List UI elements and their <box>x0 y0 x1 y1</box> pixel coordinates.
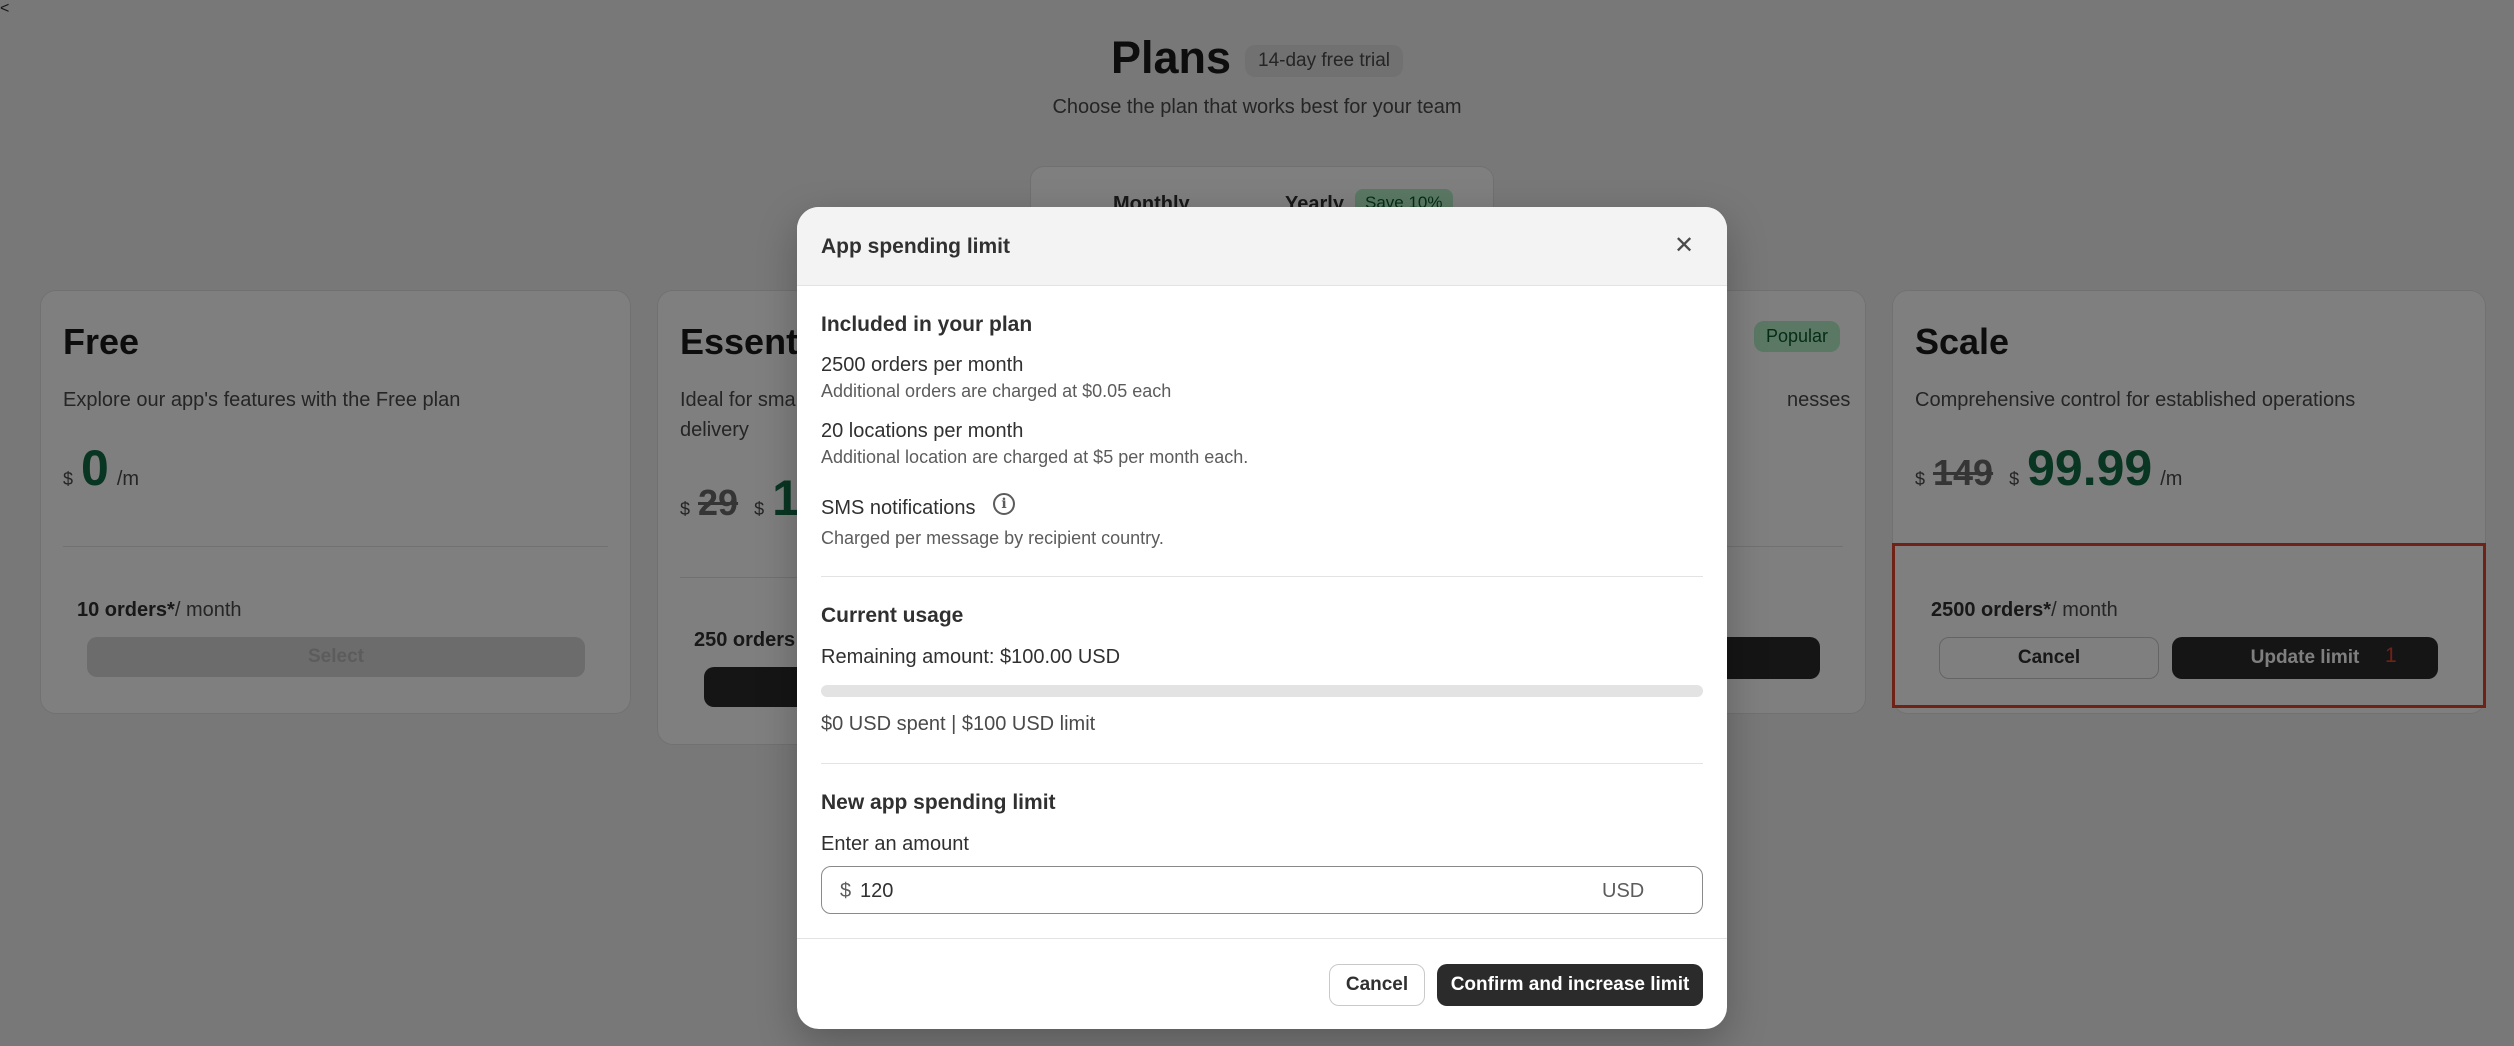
close-icon[interactable]: ✕ <box>1671 233 1697 259</box>
included-item-subtitle: Additional orders are charged at $0.05 e… <box>821 381 1172 401</box>
modal-header: App spending limit ✕ <box>797 207 1727 286</box>
included-item-title: 20 locations per month <box>821 420 1024 442</box>
modal-footer-divider <box>797 938 1727 939</box>
included-heading: Included in your plan <box>821 313 1033 336</box>
section-divider <box>821 576 1703 577</box>
amount-input-wrapper: $ USD <box>821 866 1703 914</box>
new-limit-heading: New app spending limit <box>821 791 1056 814</box>
usage-progress-bar <box>821 685 1703 697</box>
included-item-subtitle: Additional location are charged at $5 pe… <box>821 447 1249 467</box>
usage-summary: $0 USD spent | $100 USD limit <box>821 713 1096 735</box>
input-prefix: $ <box>840 880 852 902</box>
included-item-subtitle: Charged per message by recipient country… <box>821 528 1164 548</box>
included-item-title: SMS notifications <box>821 497 976 519</box>
included-item-title: 2500 orders per month <box>821 354 1024 376</box>
spending-limit-modal: App spending limit ✕ Included in your pl… <box>797 207 1727 1029</box>
amount-input[interactable] <box>860 876 1560 906</box>
remaining-amount: Remaining amount: $100.00 USD <box>821 646 1121 668</box>
info-icon[interactable]: i <box>993 493 1015 515</box>
confirm-increase-limit-button[interactable]: Confirm and increase limit <box>1437 964 1703 1006</box>
modal-title: App spending limit <box>821 235 1010 258</box>
input-suffix: USD <box>1602 880 1645 902</box>
modal-cancel-button[interactable]: Cancel <box>1329 964 1425 1006</box>
section-divider <box>821 763 1703 764</box>
current-usage-heading: Current usage <box>821 604 964 627</box>
amount-label: Enter an amount <box>821 833 969 855</box>
